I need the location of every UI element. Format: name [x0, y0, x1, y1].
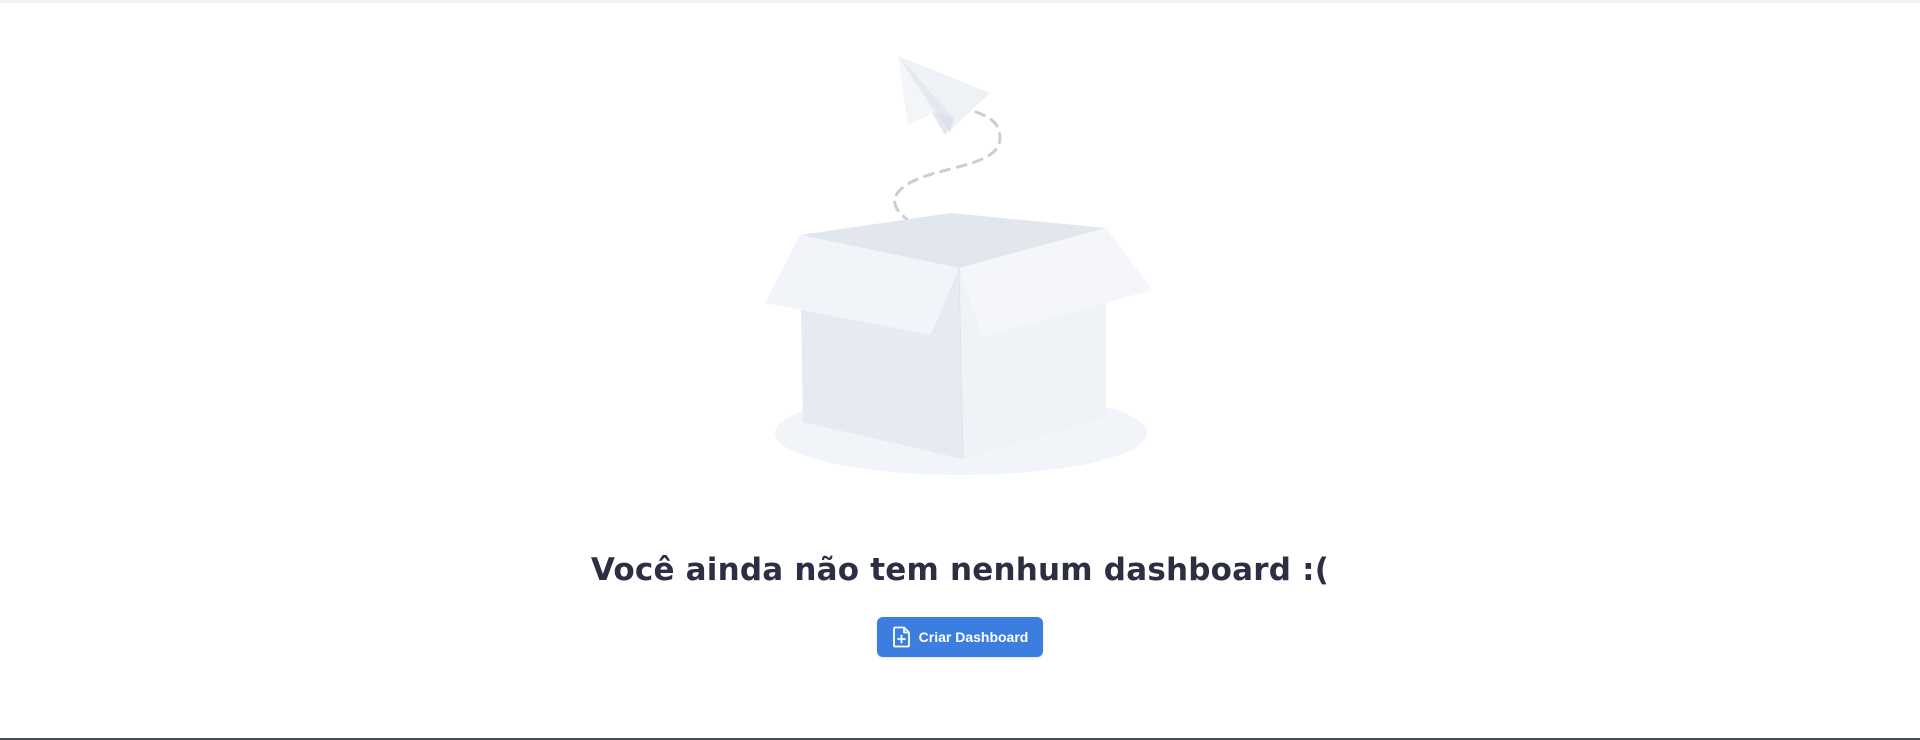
empty-state-illustration [760, 50, 1160, 490]
empty-state-message: Você ainda não tem nenhum dashboard :( [590, 552, 1330, 588]
create-dashboard-button[interactable]: Criar Dashboard [877, 617, 1043, 657]
top-divider [0, 0, 1920, 3]
file-plus-icon [892, 626, 912, 648]
create-dashboard-label: Criar Dashboard [918, 629, 1029, 645]
